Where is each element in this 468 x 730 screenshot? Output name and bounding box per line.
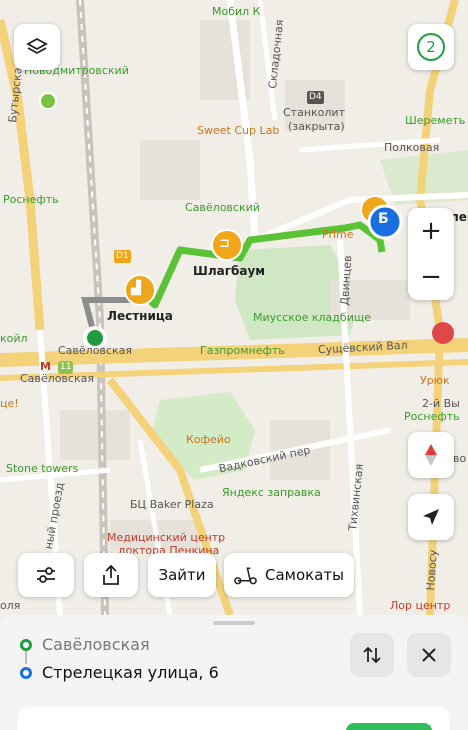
label-medcenter-1: Медицинский центр: [107, 531, 226, 544]
enter-label: Зайти: [158, 566, 206, 584]
label-rosneft-left: Роснефть: [3, 193, 59, 206]
share-button[interactable]: [84, 553, 138, 597]
navigation-arrow-icon: [423, 509, 439, 525]
stairs-icon: ▟: [131, 281, 141, 296]
scooters-button[interactable]: Самокаты: [224, 553, 354, 597]
label-savelovskaya-station: Савёловская: [58, 344, 132, 357]
close-icon: [422, 648, 436, 662]
share-icon: [103, 564, 119, 585]
map[interactable]: ▟ ⊐ Б Мобил К Новодмитровский Бутырская …: [0, 0, 468, 615]
label-coffeeshop: Кофейо: [186, 433, 231, 446]
label-ce: це!: [0, 397, 19, 410]
label-miusskoe: Миусское кладбище: [253, 311, 371, 324]
d4-badge: D4: [307, 91, 324, 104]
route-sheet: Савёловская Стрелецкая улица, 6: [0, 615, 468, 730]
route-to[interactable]: Стрелецкая улица, 6: [20, 663, 219, 682]
compass-button[interactable]: [408, 432, 454, 478]
route-overlay: [39, 92, 454, 350]
label-yandex-zapravka: Яндекс заправка: [222, 486, 321, 499]
counter-button[interactable]: 2: [408, 24, 454, 70]
swap-arrows-icon: [363, 646, 381, 664]
from-dot-icon: [20, 638, 32, 651]
route-from-label: Савёловская: [42, 635, 150, 654]
label-olya: оля: [0, 599, 21, 612]
label-mobil: Мобил К: [212, 5, 261, 18]
zoom-out-button[interactable]: −: [408, 254, 454, 300]
go-button[interactable]: [346, 723, 432, 730]
label-uryuk: Урюк: [420, 374, 450, 387]
layers-icon: [26, 37, 48, 55]
mcd-station-icon: [39, 92, 57, 110]
zoom-control: + −: [408, 208, 454, 300]
label-koil: койл: [0, 332, 28, 345]
label-lor: Лор центр: [390, 599, 451, 612]
label-savelovskaya-metro: Савёловская: [20, 372, 94, 385]
metro-icon: М: [40, 360, 51, 373]
poi-red: [432, 322, 454, 344]
label-sheremet: Шереметь: [405, 114, 466, 127]
label-rosneft-right: Роснефть: [404, 410, 460, 423]
layers-button[interactable]: [14, 24, 60, 70]
to-dot-icon: [20, 666, 32, 679]
label-stone-towers: Stone towers: [6, 462, 79, 475]
finish-letter: Б: [378, 211, 389, 227]
route-from[interactable]: Савёловская: [20, 635, 150, 654]
barrier-icon: ⊐: [219, 236, 230, 251]
locate-button[interactable]: [408, 494, 454, 540]
label-shlagbaum: Шлагбаум: [193, 264, 266, 278]
counter-badge: 2: [417, 33, 445, 61]
label-vtoroy-vys: 2-й Вы: [422, 397, 460, 410]
label-stankolit: Станколит: [283, 106, 345, 119]
compass-icon: [425, 444, 437, 466]
scooters-label: Самокаты: [265, 566, 344, 584]
sliders-icon: [37, 567, 55, 583]
swap-button[interactable]: [350, 633, 394, 677]
close-button[interactable]: [407, 633, 451, 677]
label-stankolit-note: (закрыта): [288, 120, 345, 133]
label-savelovsky: Савёловский: [185, 201, 260, 214]
label-gazpromneft: Газпромнефть: [200, 344, 285, 357]
route-to-label: Стрелецкая улица, 6: [42, 663, 219, 682]
label-prime: Prime: [322, 228, 354, 241]
sheet-handle[interactable]: [213, 621, 255, 625]
enter-button[interactable]: Зайти: [148, 553, 216, 597]
settings-button[interactable]: [18, 553, 74, 597]
metro-line-badge: 11: [58, 361, 74, 374]
label-lestnitsa: Лестница: [107, 309, 173, 323]
d1-badge: D1: [114, 250, 131, 263]
label-baker-plaza: БЦ Baker Plaza: [130, 498, 214, 511]
label-sweet-cup: Sweet Cup Lab: [197, 124, 280, 137]
scooter-icon: [234, 567, 257, 585]
route-option-card[interactable]: [18, 707, 450, 730]
label-polkovaya: Полковая: [384, 141, 440, 154]
zoom-in-button[interactable]: +: [408, 208, 454, 254]
